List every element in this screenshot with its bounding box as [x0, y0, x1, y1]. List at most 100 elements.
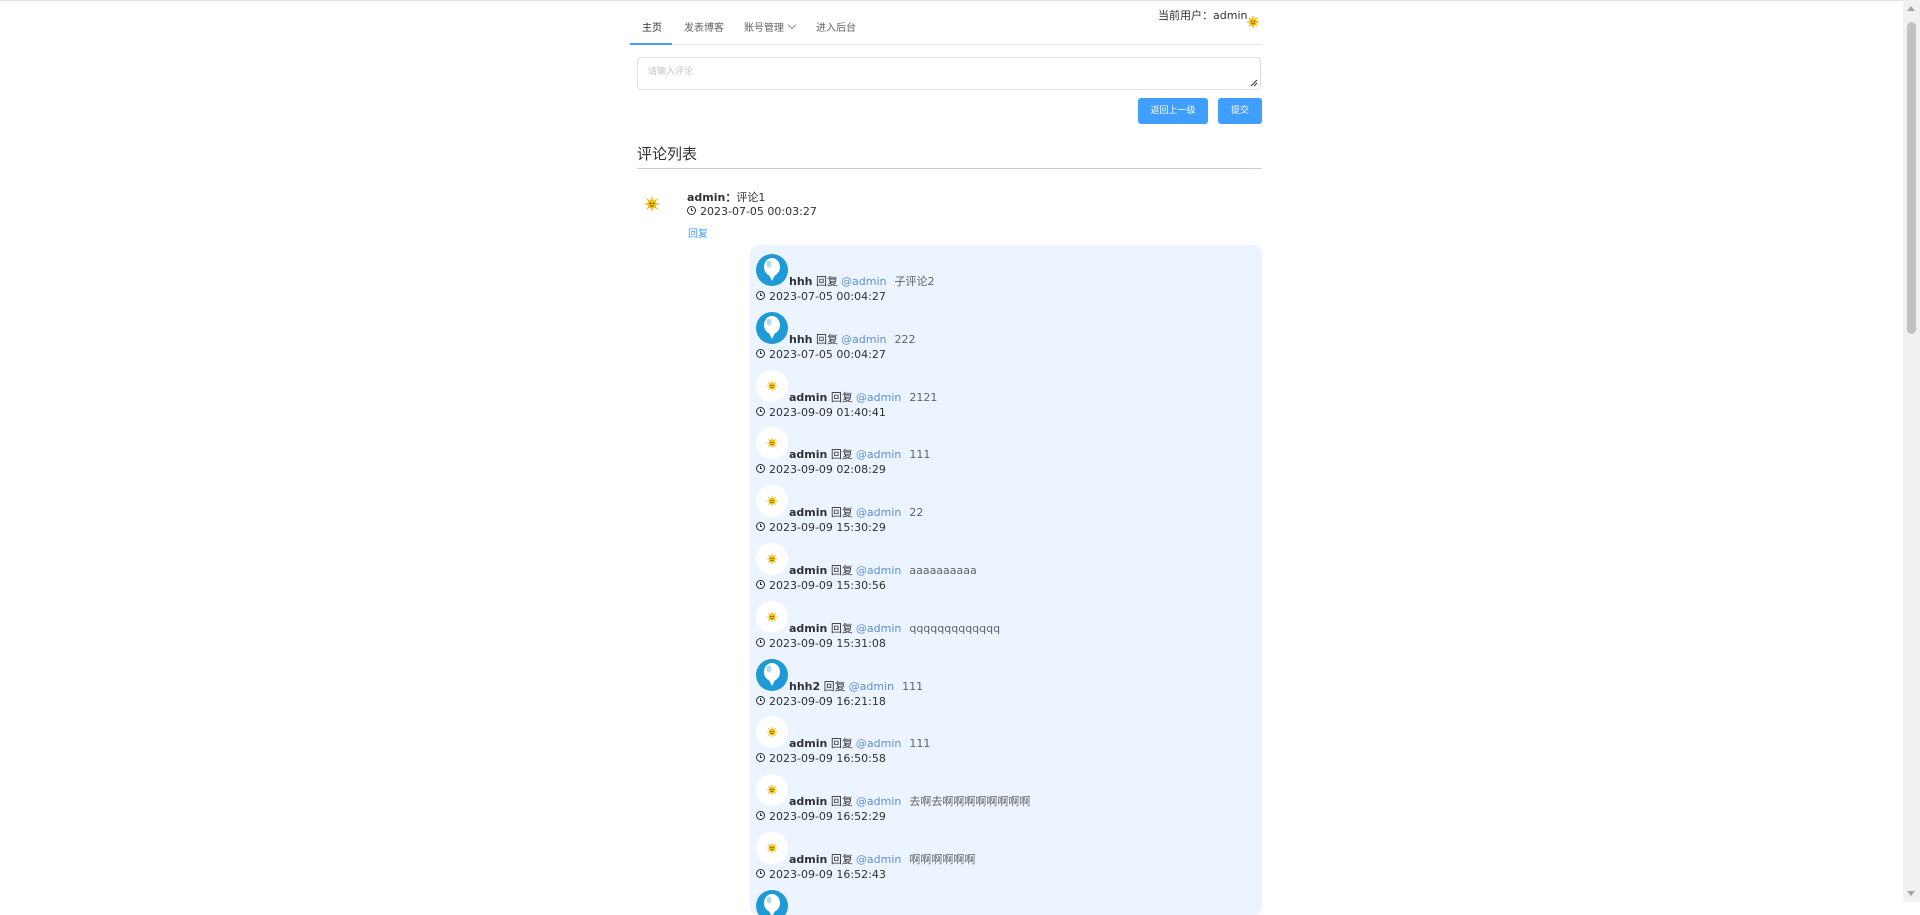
clock-icon	[756, 580, 765, 589]
comment-time: 2023-07-05 00:03:27	[700, 205, 817, 218]
nav-account-management[interactable]: 账号管理	[744, 19, 797, 34]
reply-text: admin 回复 @admin 2121	[789, 389, 937, 405]
reply-content: aaaaaaaaaa	[909, 564, 977, 577]
reply-author: admin	[789, 506, 828, 519]
reply-mention[interactable]: @admin	[856, 391, 901, 404]
avatar	[756, 254, 788, 286]
reply-timestamp: 2023-09-09 15:30:56	[756, 579, 886, 592]
reply-item: admin 回复 @admin 111 2023-09-09 02:08:29	[756, 427, 1256, 485]
reply-verb: 回复	[830, 737, 853, 750]
reply-mention[interactable]: @admin	[856, 737, 901, 750]
reply-mention[interactable]: @admin	[856, 564, 901, 577]
reply-item: admin 回复 @admin 111 2023-09-09 16:50:58	[756, 716, 1256, 774]
avatar	[756, 832, 788, 864]
nav-account-management-label: 账号管理	[744, 23, 784, 34]
sun-face-icon	[766, 495, 778, 507]
comment-input[interactable]	[638, 58, 1260, 89]
reply-author: admin	[789, 795, 828, 808]
sun-face-icon	[766, 553, 778, 565]
reply-item: hhh 回复 @admin 222 2023-07-05 00:04:27	[756, 312, 1256, 370]
clock-icon	[756, 753, 765, 762]
blue-balloon-icon	[756, 254, 788, 286]
main-comment-text: admin：评论1	[687, 189, 765, 205]
nav-post-blog[interactable]: 发表博客	[684, 19, 724, 34]
reply-timestamp: 2023-07-05 00:04:27	[756, 290, 886, 303]
comment-timestamp: 2023-07-05 00:03:27	[687, 205, 817, 218]
avatar	[756, 601, 788, 633]
current-user: 当前用户：admin	[1158, 7, 1247, 23]
section-divider	[637, 168, 1262, 169]
reply-verb: 回复	[830, 853, 853, 866]
reply-text: admin 回复 @admin qqqqqqqqqqqqq	[789, 620, 1000, 636]
reply-verb: 回复	[830, 564, 853, 577]
reply-time: 2023-09-09 16:21:18	[769, 695, 886, 708]
blue-balloon-icon	[756, 312, 788, 344]
avatar	[756, 370, 788, 402]
reply-author: admin	[789, 564, 828, 577]
comment-author: admin	[687, 191, 726, 204]
reply-item: hhh 回复 @admin 子评论2 2023-07-05 00:04:27	[756, 254, 1256, 312]
resize-handle-icon[interactable]	[1250, 79, 1258, 87]
reply-text: admin 回复 @admin 去啊去啊啊啊啊啊啊啊啊	[789, 793, 1030, 809]
comment-content: 评论1	[736, 191, 766, 204]
reply-verb: 回复	[830, 795, 853, 808]
reply-item: admin 回复 @admin 2121 2023-09-09 01:40:41	[756, 370, 1256, 428]
reply-timestamp: 2023-09-09 16:21:18	[756, 695, 886, 708]
reply-item	[756, 890, 1256, 915]
sun-face-icon	[645, 197, 659, 211]
reply-verb: 回复	[816, 333, 838, 346]
avatar	[756, 543, 788, 575]
reply-mention[interactable]: @admin	[856, 448, 901, 461]
user-avatar[interactable]	[1246, 14, 1260, 28]
reply-timestamp: 2023-07-05 00:04:27	[756, 348, 886, 361]
sun-face-icon	[766, 437, 778, 449]
submit-button[interactable]: 提交	[1218, 98, 1262, 124]
reply-text: admin 回复 @admin aaaaaaaaaa	[789, 562, 977, 578]
reply-mention[interactable]: @admin	[841, 333, 886, 346]
back-button[interactable]: 返回上一级	[1138, 98, 1208, 124]
sun-face-icon	[1247, 16, 1259, 28]
reply-verb: 回复	[830, 622, 853, 635]
reply-content: 啊啊啊啊啊啊	[909, 853, 976, 866]
clock-icon	[756, 522, 765, 531]
blue-balloon-icon	[756, 890, 788, 915]
clock-icon	[756, 638, 765, 647]
reply-content: qqqqqqqqqqqqq	[909, 622, 1001, 635]
reply-time: 2023-09-09 02:08:29	[769, 463, 886, 476]
reply-mention[interactable]: @admin	[841, 275, 886, 288]
scrollbar-thumb[interactable]	[1907, 22, 1916, 334]
reply-time: 2023-07-05 00:04:27	[769, 290, 886, 303]
clock-icon	[756, 291, 765, 300]
reply-item: hhh2 回复 @admin 111 2023-09-09 16:21:18	[756, 659, 1256, 717]
reply-timestamp: 2023-09-09 15:30:29	[756, 521, 886, 534]
reply-time: 2023-09-09 16:52:29	[769, 810, 886, 823]
reply-content: 子评论2	[894, 275, 935, 288]
reply-content: 22	[909, 506, 924, 519]
reply-mention[interactable]: @admin	[849, 680, 894, 693]
reply-timestamp: 2023-09-09 16:50:58	[756, 752, 886, 765]
reply-text: admin 回复 @admin 111	[789, 735, 930, 751]
scroll-down-arrow-icon[interactable]	[1907, 891, 1915, 896]
scroll-up-arrow-icon[interactable]	[1907, 6, 1915, 11]
nav-admin-backend[interactable]: 进入后台	[816, 19, 856, 34]
reply-timestamp: 2023-09-09 16:52:43	[756, 868, 886, 881]
comment-separator: ：	[725, 191, 737, 204]
reply-mention[interactable]: @admin	[856, 506, 901, 519]
reply-link[interactable]: 回复	[688, 225, 708, 240]
reply-mention[interactable]: @admin	[856, 622, 901, 635]
sun-face-icon	[766, 842, 778, 854]
reply-mention[interactable]: @admin	[856, 795, 901, 808]
top-border	[0, 0, 1920, 1]
avatar	[756, 774, 788, 806]
reply-author: admin	[789, 448, 828, 461]
avatar	[756, 659, 788, 691]
page-scrollbar[interactable]	[1903, 0, 1920, 902]
nav-home[interactable]: 主页	[642, 19, 662, 34]
nav-active-indicator	[630, 43, 672, 45]
reply-content: 111	[909, 737, 931, 750]
reply-time: 2023-09-09 16:52:43	[769, 868, 886, 881]
reply-mention[interactable]: @admin	[856, 853, 901, 866]
reply-time: 2023-09-09 15:30:56	[769, 579, 886, 592]
reply-item: admin 回复 @admin 啊啊啊啊啊啊 2023-09-09 16:52:43	[756, 832, 1256, 890]
reply-time: 2023-09-09 15:30:29	[769, 521, 886, 534]
